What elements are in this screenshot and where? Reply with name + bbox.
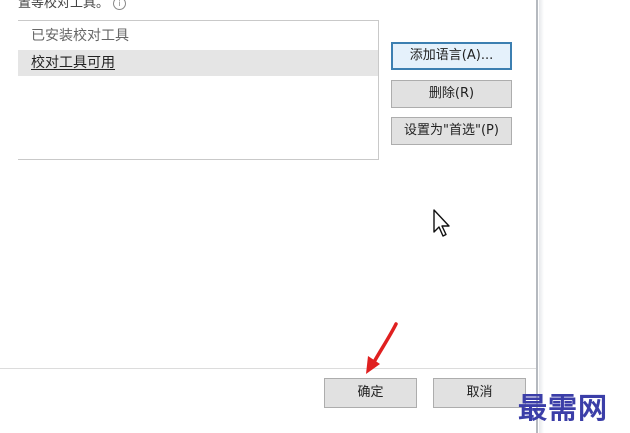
red-arrow-icon [360, 322, 400, 382]
proofing-tools-list[interactable]: 已安装校对工具 校对工具可用 [18, 20, 379, 160]
add-language-button[interactable]: 添加语言(A)... [391, 42, 512, 70]
set-default-button[interactable]: 设置为"首选"(P) [391, 117, 512, 145]
section-label: 置等校对工具。 i [18, 0, 127, 11]
mouse-pointer-icon [432, 208, 452, 242]
section-label-text: 置等校对工具。 [18, 0, 110, 11]
info-icon[interactable]: i [113, 0, 127, 10]
list-item-selected[interactable]: 校对工具可用 [18, 50, 378, 76]
language-dialog: 置等校对工具。 i 已安装校对工具 校对工具可用 添加语言(A)... 删除(R)… [0, 0, 538, 433]
list-item-label: 校对工具可用 [31, 55, 115, 71]
list-item[interactable]: 已安装校对工具 [18, 23, 378, 49]
window-shadow [539, 0, 544, 433]
delete-button[interactable]: 删除(R) [391, 80, 512, 108]
footer-divider [0, 368, 538, 369]
background-area [538, 0, 630, 433]
list-item-label: 已安装校对工具 [31, 28, 129, 44]
ok-button[interactable]: 确定 [324, 378, 417, 408]
cancel-button[interactable]: 取消 [433, 378, 526, 408]
watermark-text: 最需网 [518, 391, 609, 425]
